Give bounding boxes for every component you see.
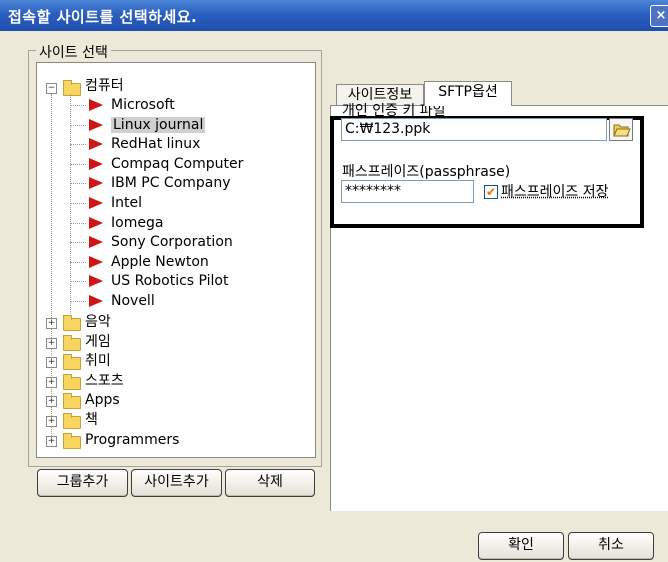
add-group-button[interactable]: 그룹추가	[37, 469, 128, 497]
tree-node-site[interactable]: Intel	[111, 194, 142, 213]
folder-icon	[63, 354, 81, 371]
red-arrow-icon	[89, 216, 103, 229]
expand-icon[interactable]: +	[46, 337, 57, 349]
tree-node-folder[interactable]: 취미	[85, 352, 111, 371]
folder-icon	[63, 315, 81, 331]
red-arrow-icon	[89, 157, 103, 170]
tree-node-label: 컴퓨터	[85, 78, 124, 94]
folder-icon	[63, 80, 81, 96]
tab-sftp-options[interactable]: SFTP옵션	[424, 81, 512, 106]
tree-line	[70, 242, 86, 244]
delete-button[interactable]: 삭제	[225, 469, 315, 497]
tree-line	[70, 183, 86, 185]
tree-node-label: Novell	[111, 293, 155, 309]
passphrase-label: 패스프레이즈(passphrase)	[342, 164, 511, 180]
tree-node-label: RedHat linux	[111, 136, 201, 153]
collapse-icon[interactable]: −	[46, 83, 57, 94]
passphrase-input[interactable]: ********	[341, 180, 474, 203]
title-bar: 접속할 사이트를 선택하세요. ×	[0, 0, 668, 31]
tree-line	[70, 281, 86, 283]
tree-node-site[interactable]: Apple Newton	[111, 253, 209, 272]
add-site-button[interactable]: 사이트추가	[131, 469, 222, 497]
tree-node-label: 스포츠	[85, 372, 124, 389]
tree-node-site[interactable]: Linux journal	[111, 116, 206, 135]
expand-icon[interactable]: +	[46, 318, 57, 329]
red-arrow-icon	[89, 255, 103, 268]
expand-icon[interactable]: +	[46, 396, 57, 408]
tree-node-site[interactable]: Novell	[111, 292, 155, 311]
tree-node-label: 책	[85, 412, 98, 428]
tree-node-label: Linux journal	[111, 116, 206, 133]
dialog-window: 접속할 사이트를 선택하세요. × 사이트 선택 − 컴퓨터 Microsoft…	[0, 0, 668, 562]
tree-node-label: Microsoft	[111, 97, 175, 113]
folder-icon	[63, 393, 81, 410]
folder-icon	[63, 373, 81, 390]
tree-node-label: IBM PC Company	[111, 175, 231, 192]
tree-node-site[interactable]: US Robotics Pilot	[111, 272, 229, 291]
tree-node-folder[interactable]: 스포츠	[85, 372, 124, 391]
folder-icon	[63, 413, 81, 429]
tree-node-folder[interactable]: Apps	[85, 391, 120, 410]
tree-node-site[interactable]: IBM PC Company	[111, 174, 231, 193]
expand-icon[interactable]: +	[46, 376, 57, 388]
tree-node-site[interactable]: Iomega	[111, 214, 163, 233]
red-arrow-icon	[89, 99, 103, 111]
tree-node-site[interactable]: Sony Corporation	[111, 233, 233, 252]
tree-node-folder[interactable]: 음악	[85, 313, 111, 332]
tree-node-label: US Robotics Pilot	[111, 273, 229, 290]
tree-node-folder[interactable]: 책	[85, 411, 98, 430]
tree-node-label: Compaq Computer	[111, 155, 244, 172]
tree-node-label: Iomega	[111, 214, 164, 231]
tree-node-site[interactable]: Microsoft	[111, 96, 175, 115]
red-arrow-icon	[89, 236, 103, 249]
tree-node-label: Apple Newton	[111, 253, 209, 270]
expand-icon[interactable]: +	[46, 357, 57, 369]
tree-line	[70, 261, 86, 263]
tree-line	[70, 124, 86, 126]
tree-node-label: 게임	[85, 333, 111, 350]
tree-node-label: Sony Corporation	[111, 234, 233, 251]
folder-icon	[63, 334, 81, 351]
tree-line	[70, 144, 86, 146]
red-arrow-icon	[89, 177, 103, 190]
tree-line	[70, 163, 86, 165]
checkbox-icon[interactable]: ✔	[484, 185, 498, 199]
tree-node-label: Apps	[85, 392, 120, 409]
tree-node-label: Programmers	[85, 431, 180, 448]
tree-line	[70, 301, 86, 302]
tree-line	[70, 105, 86, 106]
red-arrow-icon	[89, 295, 103, 307]
tree-node-folder[interactable]: 게임	[85, 333, 111, 352]
tree-node-label: 음악	[85, 314, 111, 330]
folder-icon	[63, 432, 81, 449]
ok-button[interactable]: 확인	[478, 532, 564, 560]
red-arrow-icon	[89, 118, 103, 131]
site-select-group-title: 사이트 선택	[36, 42, 111, 62]
close-icon[interactable]: ×	[650, 5, 668, 27]
tree-line	[70, 203, 86, 204]
tree-node-site[interactable]: RedHat linux	[111, 135, 200, 154]
expand-icon[interactable]: +	[46, 416, 57, 427]
site-tree[interactable]: − 컴퓨터 Microsoft Linux journal RedHat linux…	[36, 62, 316, 458]
tree-node-folder[interactable]: Programmers	[85, 431, 179, 450]
cancel-button[interactable]: 취소	[568, 532, 654, 560]
expand-icon[interactable]: +	[46, 435, 57, 447]
window-title: 접속할 사이트를 선택하세요.	[8, 8, 198, 26]
tree-line	[70, 222, 86, 224]
open-folder-icon[interactable]	[609, 118, 633, 141]
tree-node-label: Intel	[111, 195, 142, 211]
red-arrow-icon	[89, 275, 103, 288]
save-passphrase-label[interactable]: 패스프레이즈 저장	[501, 181, 609, 201]
key-file-input[interactable]: C:₩123.ppk	[341, 118, 607, 141]
red-arrow-icon	[89, 138, 103, 151]
tree-node-site[interactable]: Compaq Computer	[111, 155, 243, 174]
red-arrow-icon	[89, 197, 103, 209]
tree-node-label: 취미	[85, 353, 111, 370]
